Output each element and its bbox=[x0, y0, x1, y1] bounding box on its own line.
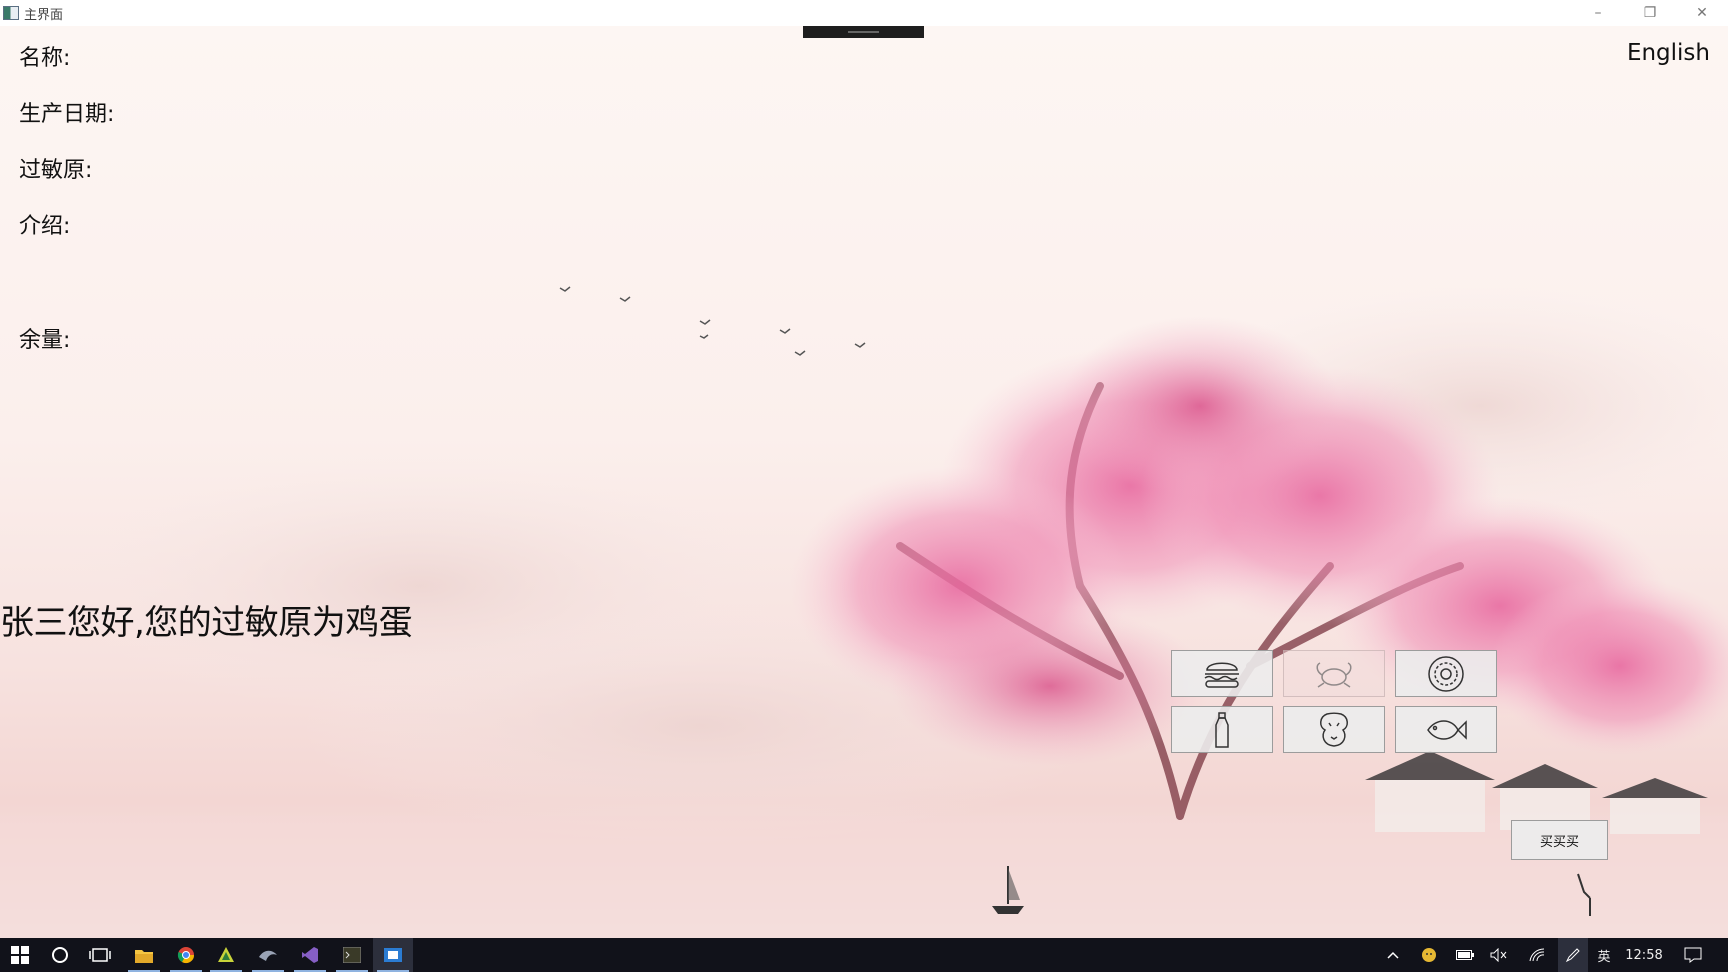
taskbar-visual-studio[interactable] bbox=[290, 938, 330, 972]
taskbar-file-explorer[interactable] bbox=[124, 938, 164, 972]
remaining-label: 余量: bbox=[19, 328, 71, 353]
task-view-button[interactable] bbox=[80, 938, 120, 972]
wifi-icon bbox=[1529, 948, 1545, 962]
pyramid-app-icon bbox=[218, 947, 234, 962]
egg-button[interactable] bbox=[1395, 650, 1497, 697]
peanut-button[interactable] bbox=[1283, 706, 1385, 753]
search-button[interactable] bbox=[40, 938, 80, 972]
burger-button[interactable] bbox=[1171, 650, 1273, 697]
taskbar-chrome[interactable] bbox=[166, 938, 206, 972]
smiley-icon bbox=[1422, 948, 1436, 962]
name-label: 名称: bbox=[19, 46, 71, 71]
window-title: 主界面 bbox=[24, 7, 64, 23]
pen-workspace-icon bbox=[1565, 948, 1580, 963]
egg-icon bbox=[1428, 655, 1464, 692]
tray-volume[interactable] bbox=[1486, 938, 1512, 972]
tray-pen[interactable] bbox=[1558, 938, 1588, 972]
production-date-label: 生产日期: bbox=[19, 102, 115, 127]
tray-clock[interactable]: 12:58 bbox=[1620, 938, 1668, 972]
restore-button[interactable]: ❐ bbox=[1624, 0, 1676, 26]
milk-bottle-icon bbox=[1215, 711, 1229, 748]
tray-network[interactable] bbox=[1524, 938, 1550, 972]
title-bar: 主界面 – ❐ ✕ bbox=[0, 0, 1728, 26]
language-toggle[interactable]: English bbox=[1627, 40, 1710, 66]
crab-icon bbox=[1316, 661, 1352, 688]
greeting-text: 张三您好,您的过敏原为鸡蛋 bbox=[0, 603, 413, 643]
battery-icon bbox=[1456, 950, 1474, 960]
main-content: 名称: 生产日期: 过敏原: 介绍: 余量: English 张三您好,您的过敏… bbox=[0, 26, 1728, 938]
burger-icon bbox=[1204, 662, 1239, 688]
start-button[interactable] bbox=[0, 938, 40, 972]
volume-muted-icon bbox=[1490, 948, 1507, 962]
taskbar: 英 12:58 bbox=[0, 938, 1728, 972]
tray-notifications[interactable] bbox=[1676, 938, 1710, 972]
fish-button[interactable] bbox=[1395, 706, 1497, 753]
buy-button[interactable]: 买买买 bbox=[1511, 820, 1608, 860]
tray-battery[interactable] bbox=[1452, 938, 1478, 972]
tray-overflow[interactable] bbox=[1380, 938, 1406, 972]
windows-icon bbox=[11, 946, 29, 964]
introduction-label: 介绍: bbox=[19, 214, 71, 239]
chrome-icon bbox=[177, 947, 195, 964]
fish-icon bbox=[1427, 719, 1467, 740]
visual-studio-icon bbox=[302, 947, 318, 963]
taskbar-current-app[interactable] bbox=[373, 938, 413, 972]
action-center-icon bbox=[1684, 947, 1702, 963]
terminal-icon bbox=[343, 947, 361, 963]
window-controls: – ❐ ✕ bbox=[1572, 0, 1728, 26]
bird-app-icon bbox=[259, 950, 277, 961]
drag-handle[interactable] bbox=[803, 26, 924, 38]
cortana-circle-icon bbox=[52, 947, 68, 963]
app-icon bbox=[3, 6, 19, 20]
folder-icon bbox=[135, 949, 153, 963]
crab-button[interactable] bbox=[1283, 650, 1385, 697]
taskbar-terminal[interactable] bbox=[332, 938, 372, 972]
milk-button[interactable] bbox=[1171, 706, 1273, 753]
task-view-icon bbox=[89, 948, 111, 962]
taskbar-app-yellow[interactable] bbox=[206, 938, 246, 972]
peanut-icon bbox=[1320, 712, 1348, 747]
background-painting bbox=[0, 286, 1728, 938]
chevron-up-icon bbox=[1387, 951, 1399, 959]
taskbar-app-bird[interactable] bbox=[248, 938, 288, 972]
allergen-label: 过敏原: bbox=[19, 158, 93, 183]
minimize-button[interactable]: – bbox=[1572, 0, 1624, 26]
tray-app-smiley[interactable] bbox=[1416, 938, 1442, 972]
window-app-icon bbox=[384, 948, 402, 962]
tray-ime[interactable]: 英 bbox=[1590, 938, 1618, 972]
close-button[interactable]: ✕ bbox=[1676, 0, 1728, 26]
